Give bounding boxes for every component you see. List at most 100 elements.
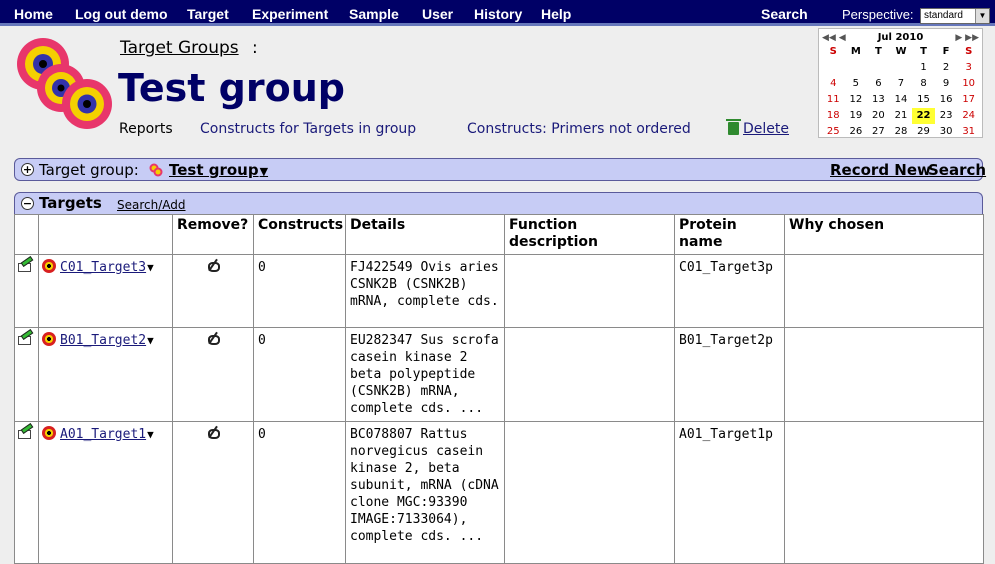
calendar-day[interactable]: 11 <box>822 92 845 108</box>
calendar-day[interactable]: 17 <box>957 92 980 108</box>
calendar-day[interactable] <box>845 60 868 76</box>
edit-icon[interactable] <box>17 259 31 272</box>
calendar-day[interactable]: 9 <box>935 76 958 92</box>
calendar-day[interactable]: 1 <box>912 60 935 76</box>
perspective-select[interactable]: standard ▼ <box>920 8 990 24</box>
target-name-link[interactable]: C01_Target3 <box>60 260 146 275</box>
targets-table: Remove? Constructs Details Function desc… <box>14 214 984 564</box>
dropdown-caret-icon[interactable]: ▼ <box>147 261 154 274</box>
nav-logout[interactable]: Log out demo <box>75 0 168 26</box>
calendar-weekday: T <box>874 46 882 57</box>
remove-link-icon[interactable] <box>205 332 221 345</box>
calendar-day[interactable]: 27 <box>867 124 890 140</box>
nav-user[interactable]: User <box>422 0 453 26</box>
target-group-name-menu[interactable]: Test group▼ <box>169 161 268 181</box>
calendar-day[interactable]: 12 <box>845 92 868 108</box>
calendar-weekday: S <box>829 46 837 57</box>
calendar-day[interactable] <box>867 60 890 76</box>
calendar-day[interactable]: 25 <box>822 124 845 140</box>
edit-cell <box>14 327 39 422</box>
calendar-day[interactable] <box>822 60 845 76</box>
target-icon <box>42 259 56 273</box>
reports-link[interactable]: Reports <box>119 121 173 137</box>
calendar-week: 4 5 6 7 8 9 10 <box>822 76 980 92</box>
calendar-day[interactable]: 10 <box>957 76 980 92</box>
remove-link-icon[interactable] <box>205 259 221 272</box>
calendar-day[interactable]: 3 <box>957 60 980 76</box>
delete-action[interactable]: Delete <box>726 119 789 137</box>
perspective-value: standard <box>924 10 963 21</box>
breadcrumb-target-groups[interactable]: Target Groups <box>120 38 239 58</box>
edit-icon[interactable] <box>17 426 31 439</box>
nav-target[interactable]: Target <box>187 0 229 26</box>
nav-history[interactable]: History <box>474 0 522 26</box>
calendar-day[interactable]: 8 <box>912 76 935 92</box>
chevron-down-icon: ▼ <box>975 9 989 23</box>
primers-not-ordered-link[interactable]: Constructs: Primers not ordered <box>467 121 691 137</box>
calendar-day[interactable]: 21 <box>890 108 913 124</box>
constructs-link[interactable]: Constructs for Targets in group <box>200 121 416 137</box>
calendar-day[interactable]: 29 <box>912 124 935 140</box>
table-header-row: Remove? Constructs Details Function desc… <box>14 214 984 255</box>
header-details: Details <box>345 214 505 255</box>
header-name <box>38 214 173 255</box>
calendar-day[interactable]: 26 <box>845 124 868 140</box>
calendar-day[interactable]: 13 <box>867 92 890 108</box>
nav-experiment[interactable]: Experiment <box>252 0 328 26</box>
nav-home[interactable]: Home <box>14 0 53 26</box>
calendar-next-icon[interactable]: ▶ ▶▶ <box>955 31 979 45</box>
calendar-weekday: T <box>920 46 927 57</box>
edit-icon[interactable] <box>17 332 31 345</box>
calendar-day[interactable]: 18 <box>822 108 845 124</box>
calendar-day[interactable]: 30 <box>935 124 958 140</box>
target-name-link[interactable]: B01_Target2 <box>60 333 146 348</box>
calendar-day[interactable]: 7 <box>890 76 913 92</box>
calendar-day[interactable] <box>890 60 913 76</box>
why-chosen-cell <box>784 327 984 422</box>
calendar-day[interactable]: 31 <box>957 124 980 140</box>
calendar-grid: S M T W T F S 1 2 3 4 5 6 7 8 9 10 11 12… <box>822 44 980 140</box>
dropdown-caret-icon[interactable]: ▼ <box>147 428 154 441</box>
constructs-cell: 0 <box>253 327 346 422</box>
calendar-day[interactable]: 2 <box>935 60 958 76</box>
expand-plus-icon[interactable]: + <box>21 163 34 176</box>
calendar-day[interactable]: 24 <box>957 108 980 124</box>
delete-link[interactable]: Delete <box>743 121 789 137</box>
dropdown-caret-icon[interactable]: ▼ <box>147 334 154 347</box>
calendar-weekday: S <box>965 46 973 57</box>
calendar-week: 18 19 20 21 22 23 24 <box>822 108 980 124</box>
target-group-name[interactable]: Test group <box>169 161 259 179</box>
constructs-cell: 0 <box>253 421 346 564</box>
why-chosen-cell <box>784 421 984 564</box>
calendar-week: 1 2 3 <box>822 60 980 76</box>
constructs-cell: 0 <box>253 254 346 328</box>
calendar-day[interactable]: 20 <box>867 108 890 124</box>
calendar-day-today[interactable]: 22 <box>912 108 935 124</box>
nav-sample[interactable]: Sample <box>349 0 399 26</box>
calendar-day[interactable]: 23 <box>935 108 958 124</box>
calendar-day[interactable]: 19 <box>845 108 868 124</box>
calendar-day[interactable]: 28 <box>890 124 913 140</box>
calendar-day[interactable]: 14 <box>890 92 913 108</box>
calendar-day[interactable]: 15 <box>912 92 935 108</box>
details-cell: FJ422549 Ovis aries CSNK2B (CSNK2B) mRNA… <box>345 254 505 328</box>
edit-cell <box>14 421 39 564</box>
record-new-link[interactable]: Record New <box>830 161 931 179</box>
search-link[interactable]: Search <box>928 161 986 179</box>
nav-search[interactable]: Search <box>761 0 808 26</box>
protein-cell: A01_Target1p <box>674 421 785 564</box>
search-add-link[interactable]: Search/Add <box>117 197 186 213</box>
remove-link-icon[interactable] <box>205 426 221 439</box>
dropdown-caret-icon[interactable]: ▼ <box>260 165 268 178</box>
target-name-link[interactable]: A01_Target1 <box>60 427 146 442</box>
calendar-day[interactable]: 6 <box>867 76 890 92</box>
target-icon <box>42 426 56 440</box>
collapse-minus-icon[interactable]: − <box>21 197 34 210</box>
header-function: Function description <box>504 214 675 255</box>
details-cell: EU282347 Sus scrofa casein kinase 2 beta… <box>345 327 505 422</box>
calendar-day[interactable]: 4 <box>822 76 845 92</box>
nav-help[interactable]: Help <box>541 0 571 26</box>
calendar-day[interactable]: 5 <box>845 76 868 92</box>
calendar-weekday-row: S M T W T F S <box>822 44 980 60</box>
calendar-day[interactable]: 16 <box>935 92 958 108</box>
